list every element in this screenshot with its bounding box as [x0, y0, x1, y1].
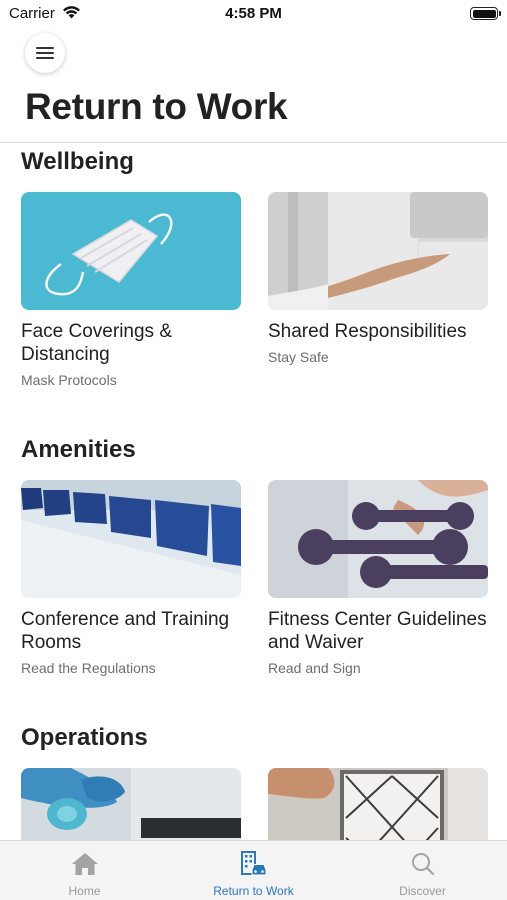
building-car-icon [241, 851, 267, 876]
tab-label: Return to Work [213, 884, 294, 898]
card-title: Face Coverings & Distancing [21, 321, 173, 365]
conference-room-photo [21, 480, 241, 598]
search-icon [412, 853, 435, 876]
card-subtitle: Read and Sign [268, 660, 361, 676]
clock: 4:58 PM [225, 5, 282, 22]
tab-bar: Home Return to Work Discover [0, 840, 507, 900]
cleaning-spray-photo [21, 768, 241, 840]
card-shared-responsibilities[interactable]: Shared Responsibilities Stay Safe [268, 192, 488, 372]
face-mask-photo [21, 192, 241, 310]
home-icon [72, 853, 98, 875]
tab-return-to-work[interactable]: Return to Work [169, 841, 338, 900]
card-face-coverings[interactable]: Face Coverings & Distancing Mask Protoco… [21, 192, 241, 392]
card-cleaning[interactable] [21, 768, 241, 840]
tab-label: Home [68, 884, 101, 898]
card-conference-rooms[interactable]: Conference and Training Rooms Read the R… [21, 480, 241, 680]
dumbbells-photo [268, 480, 488, 598]
section-title: Amenities [21, 436, 136, 463]
menu-button[interactable] [25, 33, 65, 73]
tab-label: Discover [399, 884, 446, 898]
page-title: Return to Work [25, 86, 288, 127]
card-subtitle: Mask Protocols [21, 372, 117, 388]
hand-sanitizer-photo [268, 192, 488, 310]
card-fitness-center[interactable]: Fitness Center Guidelines and Waiver Rea… [268, 480, 488, 680]
battery-icon [470, 7, 501, 20]
section-title: Wellbeing [21, 148, 134, 175]
card-subtitle: Read the Regulations [21, 660, 156, 676]
air-filter-photo [268, 768, 488, 840]
tab-discover[interactable]: Discover [338, 841, 507, 900]
card-title: Shared Responsibilities [268, 321, 467, 342]
card-subtitle: Stay Safe [268, 349, 329, 365]
section-title: Operations [21, 724, 148, 751]
hamburger-menu-icon [36, 46, 54, 60]
scroll-content[interactable]: Wellbeing Face Coverings & Distancing Ma… [0, 143, 507, 840]
card-air-filter[interactable] [268, 768, 488, 840]
tab-home[interactable]: Home [0, 841, 169, 900]
status-bar: Carrier 4:58 PM [0, 0, 507, 28]
card-title: Fitness Center Guidelines and Waiver [268, 609, 487, 653]
card-title: Conference and Training Rooms [21, 609, 230, 653]
